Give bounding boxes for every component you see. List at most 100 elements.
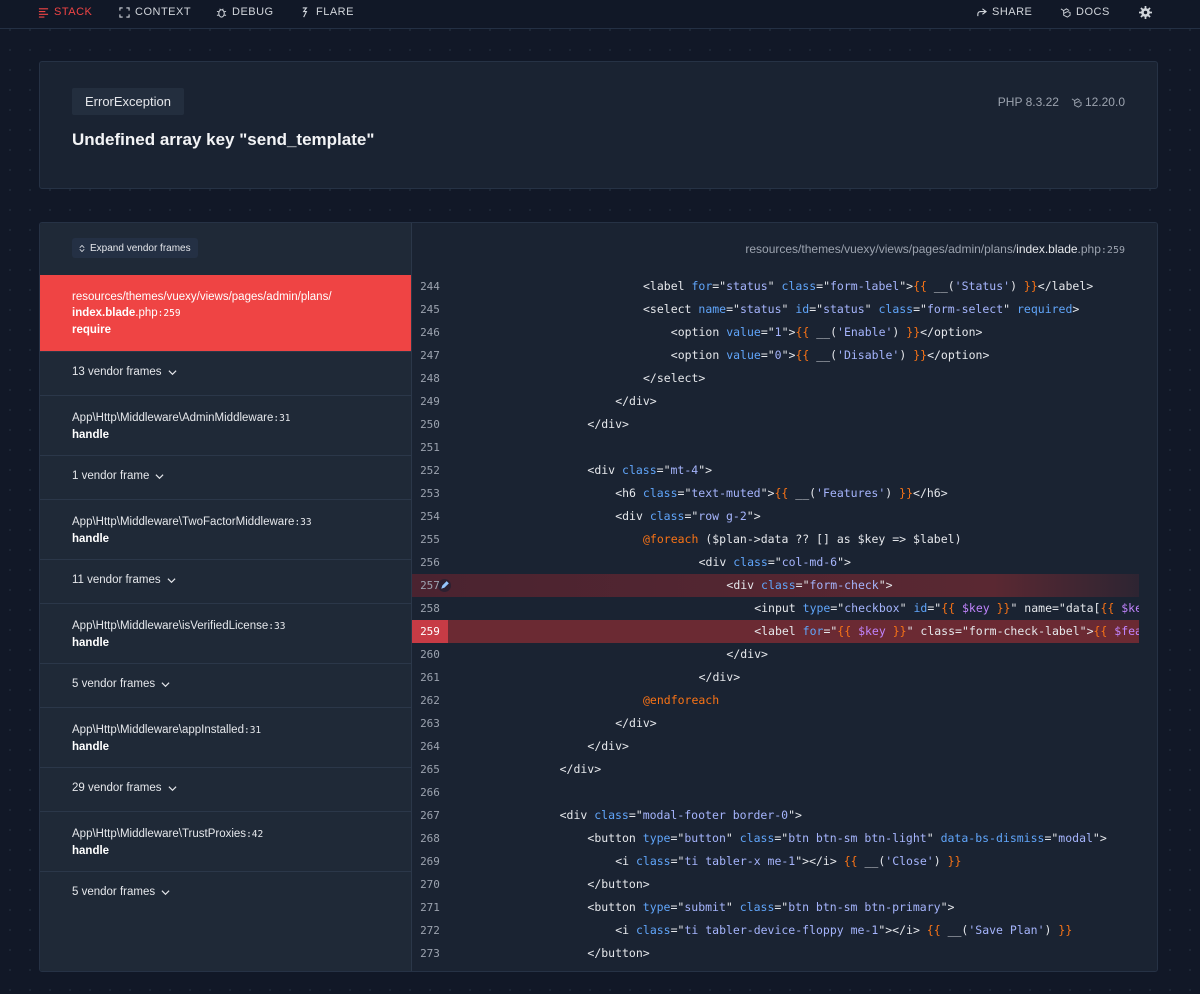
code-token: form-select: [926, 302, 1004, 316]
share-button[interactable]: SHARE: [976, 0, 1032, 24]
stack-frame[interactable]: App\Http\Middleware\TrustProxies:42 handl…: [40, 811, 411, 871]
code-token: =": [774, 900, 789, 914]
line-number[interactable]: 250: [412, 413, 448, 436]
line-number[interactable]: 272: [412, 919, 448, 942]
tab-context[interactable]: CONTEXT: [119, 0, 191, 24]
code-token: </div>: [726, 647, 768, 661]
frame-class-name: App\Http\Middleware\TrustProxies: [72, 828, 247, 840]
code-line: 263 </div>: [412, 712, 1139, 735]
expand-vendor-frames-button[interactable]: Expand vendor frames: [72, 238, 198, 258]
line-number[interactable]: 245: [412, 298, 448, 321]
line-number[interactable]: 255: [412, 528, 448, 551]
line-number[interactable]: 246: [412, 321, 448, 344]
settings-gear-icon: [1139, 5, 1152, 19]
code-line: 262 @endforeach: [412, 689, 1139, 712]
tab-flare[interactable]: FLARE: [300, 0, 354, 24]
line-number[interactable]: 269: [412, 850, 448, 873]
pencil-icon[interactable]: [438, 579, 451, 592]
line-number[interactable]: 247: [412, 344, 448, 367]
vendor-frames-label-row: 13 vendor frames: [72, 366, 411, 378]
code-token: btn btn-sm btn-light: [788, 831, 927, 845]
vendor-frames-toggle[interactable]: 11 vendor frames: [40, 559, 411, 603]
line-number[interactable]: 271: [412, 896, 448, 919]
code-token: checkbox: [844, 601, 900, 615]
code-token: </div>: [698, 670, 741, 684]
line-number[interactable]: 267: [412, 804, 448, 827]
code-line: 271 <button type="submit" class="btn btn-…: [412, 896, 1139, 919]
settings-button[interactable]: [1139, 0, 1152, 24]
vendor-frames-toggle[interactable]: 5 vendor frames: [40, 663, 411, 707]
stack-frame[interactable]: App\Http\Middleware\AdminMiddleware:31 ha…: [40, 395, 411, 455]
line-number[interactable]: 251: [412, 436, 448, 459]
line-number[interactable]: 265: [412, 758, 448, 781]
context-icon: [119, 6, 130, 18]
code-token: __(: [857, 854, 886, 868]
code-token: <label: [643, 279, 692, 293]
code-token: =": [670, 854, 685, 868]
frame-line-number: :31: [243, 725, 262, 736]
line-number[interactable]: 258: [412, 597, 448, 620]
docs-button[interactable]: DOCS: [1060, 0, 1110, 24]
frame-class-name: App\Http\Middleware\appInstalled: [72, 724, 244, 736]
frame-file-path: resources/themes/vuexy/views/pages/admin…: [72, 289, 411, 305]
chevron-down-icon: [167, 369, 177, 375]
code-text: <div class="form-check">: [726, 574, 892, 597]
code-token: <label: [754, 624, 803, 638]
code-token: <div: [559, 808, 595, 822]
code-token: ": [926, 831, 941, 845]
line-number[interactable]: 248: [412, 367, 448, 390]
code-line: 268 <button type="button" class="btn btn-…: [412, 827, 1139, 850]
stack-frame[interactable]: App\Http\Middleware\TwoFactorMiddleware:…: [40, 499, 411, 559]
line-number[interactable]: 253: [412, 482, 448, 505]
frame-class: App\Http\Middleware\AdminMiddleware:31: [72, 410, 411, 427]
stack-frame[interactable]: App\Http\Middleware\appInstalled:31 handl…: [40, 707, 411, 767]
code-token: ": [781, 302, 796, 316]
line-number[interactable]: 263: [412, 712, 448, 735]
code-token: }}: [906, 325, 921, 339]
code-token: ": [725, 900, 740, 914]
code-line: 270 </button>: [412, 873, 1139, 896]
code-token: class: [739, 831, 775, 845]
line-number[interactable]: 260: [412, 643, 448, 666]
frame-class: App\Http\Middleware\appInstalled:31: [72, 722, 411, 739]
line-number[interactable]: 244: [412, 275, 448, 298]
code-file-path[interactable]: resources/themes/vuexy/views/pages/admin…: [745, 242, 1125, 256]
line-number[interactable]: 264: [412, 735, 448, 758]
vendor-frames-label: 29 vendor frames: [72, 782, 162, 794]
code-token: </button>: [587, 946, 650, 960]
line-number[interactable]: 252: [412, 459, 448, 482]
line-number[interactable]: 273: [412, 942, 448, 965]
vendor-frames-toggle[interactable]: 1 vendor frame: [40, 455, 411, 499]
vendor-frames-toggle[interactable]: 5 vendor frames: [40, 871, 411, 915]
code-line: 261 </div>: [412, 666, 1139, 689]
tab-stack[interactable]: STACK: [38, 0, 92, 24]
code-line: 247 <option value="0">{{ __('Disable') }}…: [412, 344, 1139, 367]
line-number[interactable]: 270: [412, 873, 448, 896]
line-number[interactable]: 268: [412, 827, 448, 850]
chevron-down-icon: [161, 681, 170, 687]
line-number[interactable]: 254: [412, 505, 448, 528]
frame-class: App\Http\Middleware\isVerifiedLicense:33: [72, 618, 411, 635]
vendor-frames-toggle[interactable]: 29 vendor frames: [40, 767, 411, 811]
frame-method: handle: [72, 741, 110, 753]
line-number[interactable]: 249: [412, 390, 448, 413]
tab-debug[interactable]: DEBUG: [216, 0, 274, 24]
code-token: 'Save Plan': [968, 923, 1045, 937]
vendor-frames-label: 5 vendor frames: [72, 886, 156, 898]
code-token: ): [899, 348, 914, 362]
line-number[interactable]: 259: [412, 620, 448, 643]
code-token: class: [635, 854, 671, 868]
vendor-frames-toggle[interactable]: 13 vendor frames: [40, 351, 411, 395]
code-line: 251: [412, 436, 1139, 459]
line-number[interactable]: 262: [412, 689, 448, 712]
line-number[interactable]: 266: [412, 781, 448, 804]
line-number[interactable]: 261: [412, 666, 448, 689]
code-token: ">: [781, 325, 796, 339]
stack-frame[interactable]: App\Http\Middleware\isVerifiedLicense:33…: [40, 603, 411, 663]
code-token: =": [670, 923, 685, 937]
code-text: <i class="ti tabler-x me-1"></i> {{ __('…: [615, 850, 961, 873]
line-number[interactable]: 256: [412, 551, 448, 574]
code-token: {{: [795, 325, 810, 339]
code-line: 267 <div class="modal-footer border-0">: [412, 804, 1139, 827]
frame-selected[interactable]: resources/themes/vuexy/views/pages/admin…: [40, 275, 411, 351]
